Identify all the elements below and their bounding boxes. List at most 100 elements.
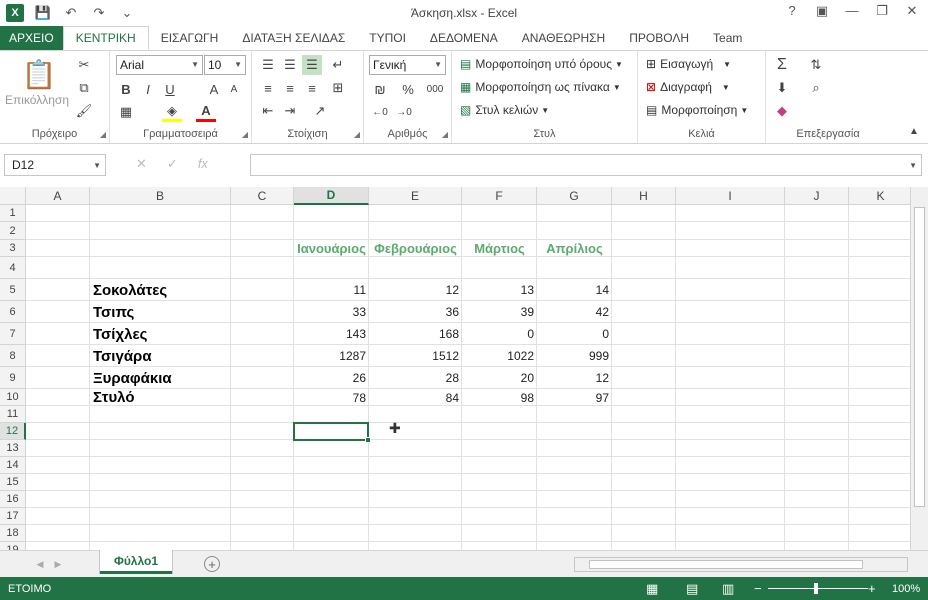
column-header-c[interactable]: C [231, 187, 294, 205]
value-cell[interactable]: 13 [462, 279, 537, 301]
value-cell[interactable]: 11 [294, 279, 369, 301]
row-header-9[interactable]: 9 [0, 367, 26, 389]
chevron-down-icon[interactable]: ▼ [909, 161, 917, 170]
column-header-i[interactable]: I [676, 187, 785, 205]
increase-indent-icon[interactable]: ⇥ [280, 101, 300, 121]
sort-filter-icon[interactable]: ⇅ [806, 55, 826, 75]
formula-input[interactable]: ▼ [250, 154, 922, 176]
tab-insert[interactable]: ΕΙΣΑΓΩΓΗ [149, 26, 231, 50]
zoom-slider-track[interactable] [768, 588, 868, 589]
value-cell[interactable]: 1512 [369, 345, 462, 367]
scroll-sheets-right-icon[interactable]: ▶ [48, 554, 68, 574]
paste-button[interactable]: Επικόλληση [5, 93, 69, 107]
column-header-a[interactable]: A [26, 187, 90, 205]
value-cell[interactable]: 999 [537, 345, 612, 367]
column-header-d[interactable]: D [294, 187, 369, 205]
column-header-e[interactable]: E [369, 187, 462, 205]
value-cell[interactable]: 28 [369, 367, 462, 389]
value-cell[interactable]: 33 [294, 301, 369, 323]
row-header-4[interactable]: 4 [0, 257, 26, 279]
column-header-k[interactable]: K [849, 187, 910, 205]
value-cell[interactable]: 143 [294, 323, 369, 345]
row-header-5[interactable]: 5 [0, 279, 26, 301]
minimize-button[interactable]: — [840, 3, 864, 19]
borders-icon[interactable]: ▦ [116, 102, 136, 122]
align-left-icon[interactable]: ≡ [258, 78, 278, 98]
value-cell[interactable]: 1287 [294, 345, 369, 367]
page-layout-view-icon[interactable]: ▤ [686, 581, 698, 597]
row-header-10[interactable]: 10 [0, 389, 26, 406]
bold-button[interactable]: B [116, 79, 136, 99]
zoom-out-button[interactable]: − [754, 581, 762, 596]
value-cell[interactable]: 42 [537, 301, 612, 323]
fill-icon[interactable]: ⬇ [772, 78, 792, 98]
decrease-indent-icon[interactable]: ⇤ [258, 101, 278, 121]
page-break-view-icon[interactable]: ▥ [722, 581, 734, 597]
currency-icon[interactable]: ₪ [370, 79, 390, 99]
save-icon[interactable]: 💾 [32, 5, 54, 21]
row-header-12[interactable]: 12 [0, 423, 26, 440]
value-cell[interactable]: 98 [462, 389, 537, 406]
format-cells-button[interactable]: ▤ Μορφοποίηση ▼ [646, 103, 748, 117]
align-center-icon[interactable]: ≡ [280, 78, 300, 98]
autosum-button[interactable]: Σ [772, 55, 792, 75]
percent-button[interactable]: % [398, 79, 418, 99]
column-header-g[interactable]: G [537, 187, 612, 205]
scroll-sheets-left-icon[interactable]: ◀ [30, 554, 50, 574]
grow-font-button[interactable]: A [204, 79, 224, 99]
italic-button[interactable]: I [138, 79, 158, 99]
value-cell[interactable]: 0 [537, 323, 612, 345]
column-header-f[interactable]: F [462, 187, 537, 205]
row-header-17[interactable]: 17 [0, 508, 26, 525]
horizontal-scroll-thumb[interactable] [589, 560, 863, 569]
tab-file[interactable]: ΑΡΧΕΙΟ [0, 26, 63, 50]
value-cell[interactable]: 84 [369, 389, 462, 406]
font-name-combo[interactable]: Arial ▼ [116, 55, 203, 75]
font-size-combo[interactable]: 10 ▼ [204, 55, 246, 75]
value-cell[interactable]: 97 [537, 389, 612, 406]
value-cell[interactable]: 78 [294, 389, 369, 406]
value-cell[interactable]: 0 [462, 323, 537, 345]
font-color-icon[interactable]: A [196, 102, 216, 122]
fill-color-icon[interactable]: ◈ [162, 102, 182, 122]
restore-button[interactable]: ❐ [870, 3, 894, 19]
cell-styles-button[interactable]: ▧ Στυλ κελιών ▼ [460, 103, 549, 117]
format-as-table-button[interactable]: ▦ Μορφοποίηση ως πίνακα ▼ [460, 80, 621, 94]
align-bottom-icon[interactable]: ☰ [302, 55, 322, 75]
excel-app-icon[interactable]: X [6, 4, 24, 22]
tab-view[interactable]: ΠΡΟΒΟΛΗ [617, 26, 701, 50]
cancel-icon[interactable]: ✕ [136, 156, 147, 172]
tab-review[interactable]: ΑΝΑΘΕΩΡΗΣΗ [510, 26, 617, 50]
row-header-13[interactable]: 13 [0, 440, 26, 457]
row-header-14[interactable]: 14 [0, 457, 26, 474]
delete-cells-button[interactable]: ⊠ Διαγραφή ▼ [646, 80, 730, 94]
vertical-scroll-thumb[interactable] [914, 207, 925, 507]
active-cell-selection[interactable] [293, 422, 371, 443]
value-cell[interactable]: 168 [369, 323, 462, 345]
ribbon-display-icon[interactable]: ▣ [810, 3, 834, 19]
new-sheet-button[interactable]: + [204, 556, 220, 572]
align-top-icon[interactable]: ☰ [258, 55, 278, 75]
tab-formulas[interactable]: ΤΥΠΟΙ [357, 26, 418, 50]
increase-decimal-icon[interactable]: ←0 [370, 102, 390, 122]
product-name-cell[interactable]: Σοκολάτες [90, 279, 231, 301]
dialog-launcher-icon[interactable]: ◢ [100, 130, 106, 139]
column-header-b[interactable]: B [90, 187, 231, 205]
tab-data[interactable]: ΔΕΔΟΜΕΝΑ [418, 26, 510, 50]
shrink-font-button[interactable]: A [224, 79, 244, 99]
dialog-launcher-icon[interactable]: ◢ [242, 130, 248, 139]
select-all-corner[interactable] [0, 187, 26, 205]
value-cell[interactable]: 39 [462, 301, 537, 323]
row-header-3[interactable]: 3 [0, 240, 26, 257]
product-name-cell[interactable]: Τσιγάρα [90, 345, 231, 367]
value-cell[interactable]: 14 [537, 279, 612, 301]
row-header-11[interactable]: 11 [0, 406, 26, 423]
dialog-launcher-icon[interactable]: ◢ [354, 130, 360, 139]
help-icon[interactable]: ? [780, 3, 804, 19]
thousands-button[interactable]: 000 [422, 79, 448, 99]
conditional-formatting-button[interactable]: ▤ Μορφοποίηση υπό όρους ▼ [460, 57, 623, 71]
value-cell[interactable]: 20 [462, 367, 537, 389]
row-header-19[interactable]: 19 [0, 542, 26, 550]
row-header-15[interactable]: 15 [0, 474, 26, 491]
cut-icon[interactable]: ✂ [74, 55, 94, 75]
